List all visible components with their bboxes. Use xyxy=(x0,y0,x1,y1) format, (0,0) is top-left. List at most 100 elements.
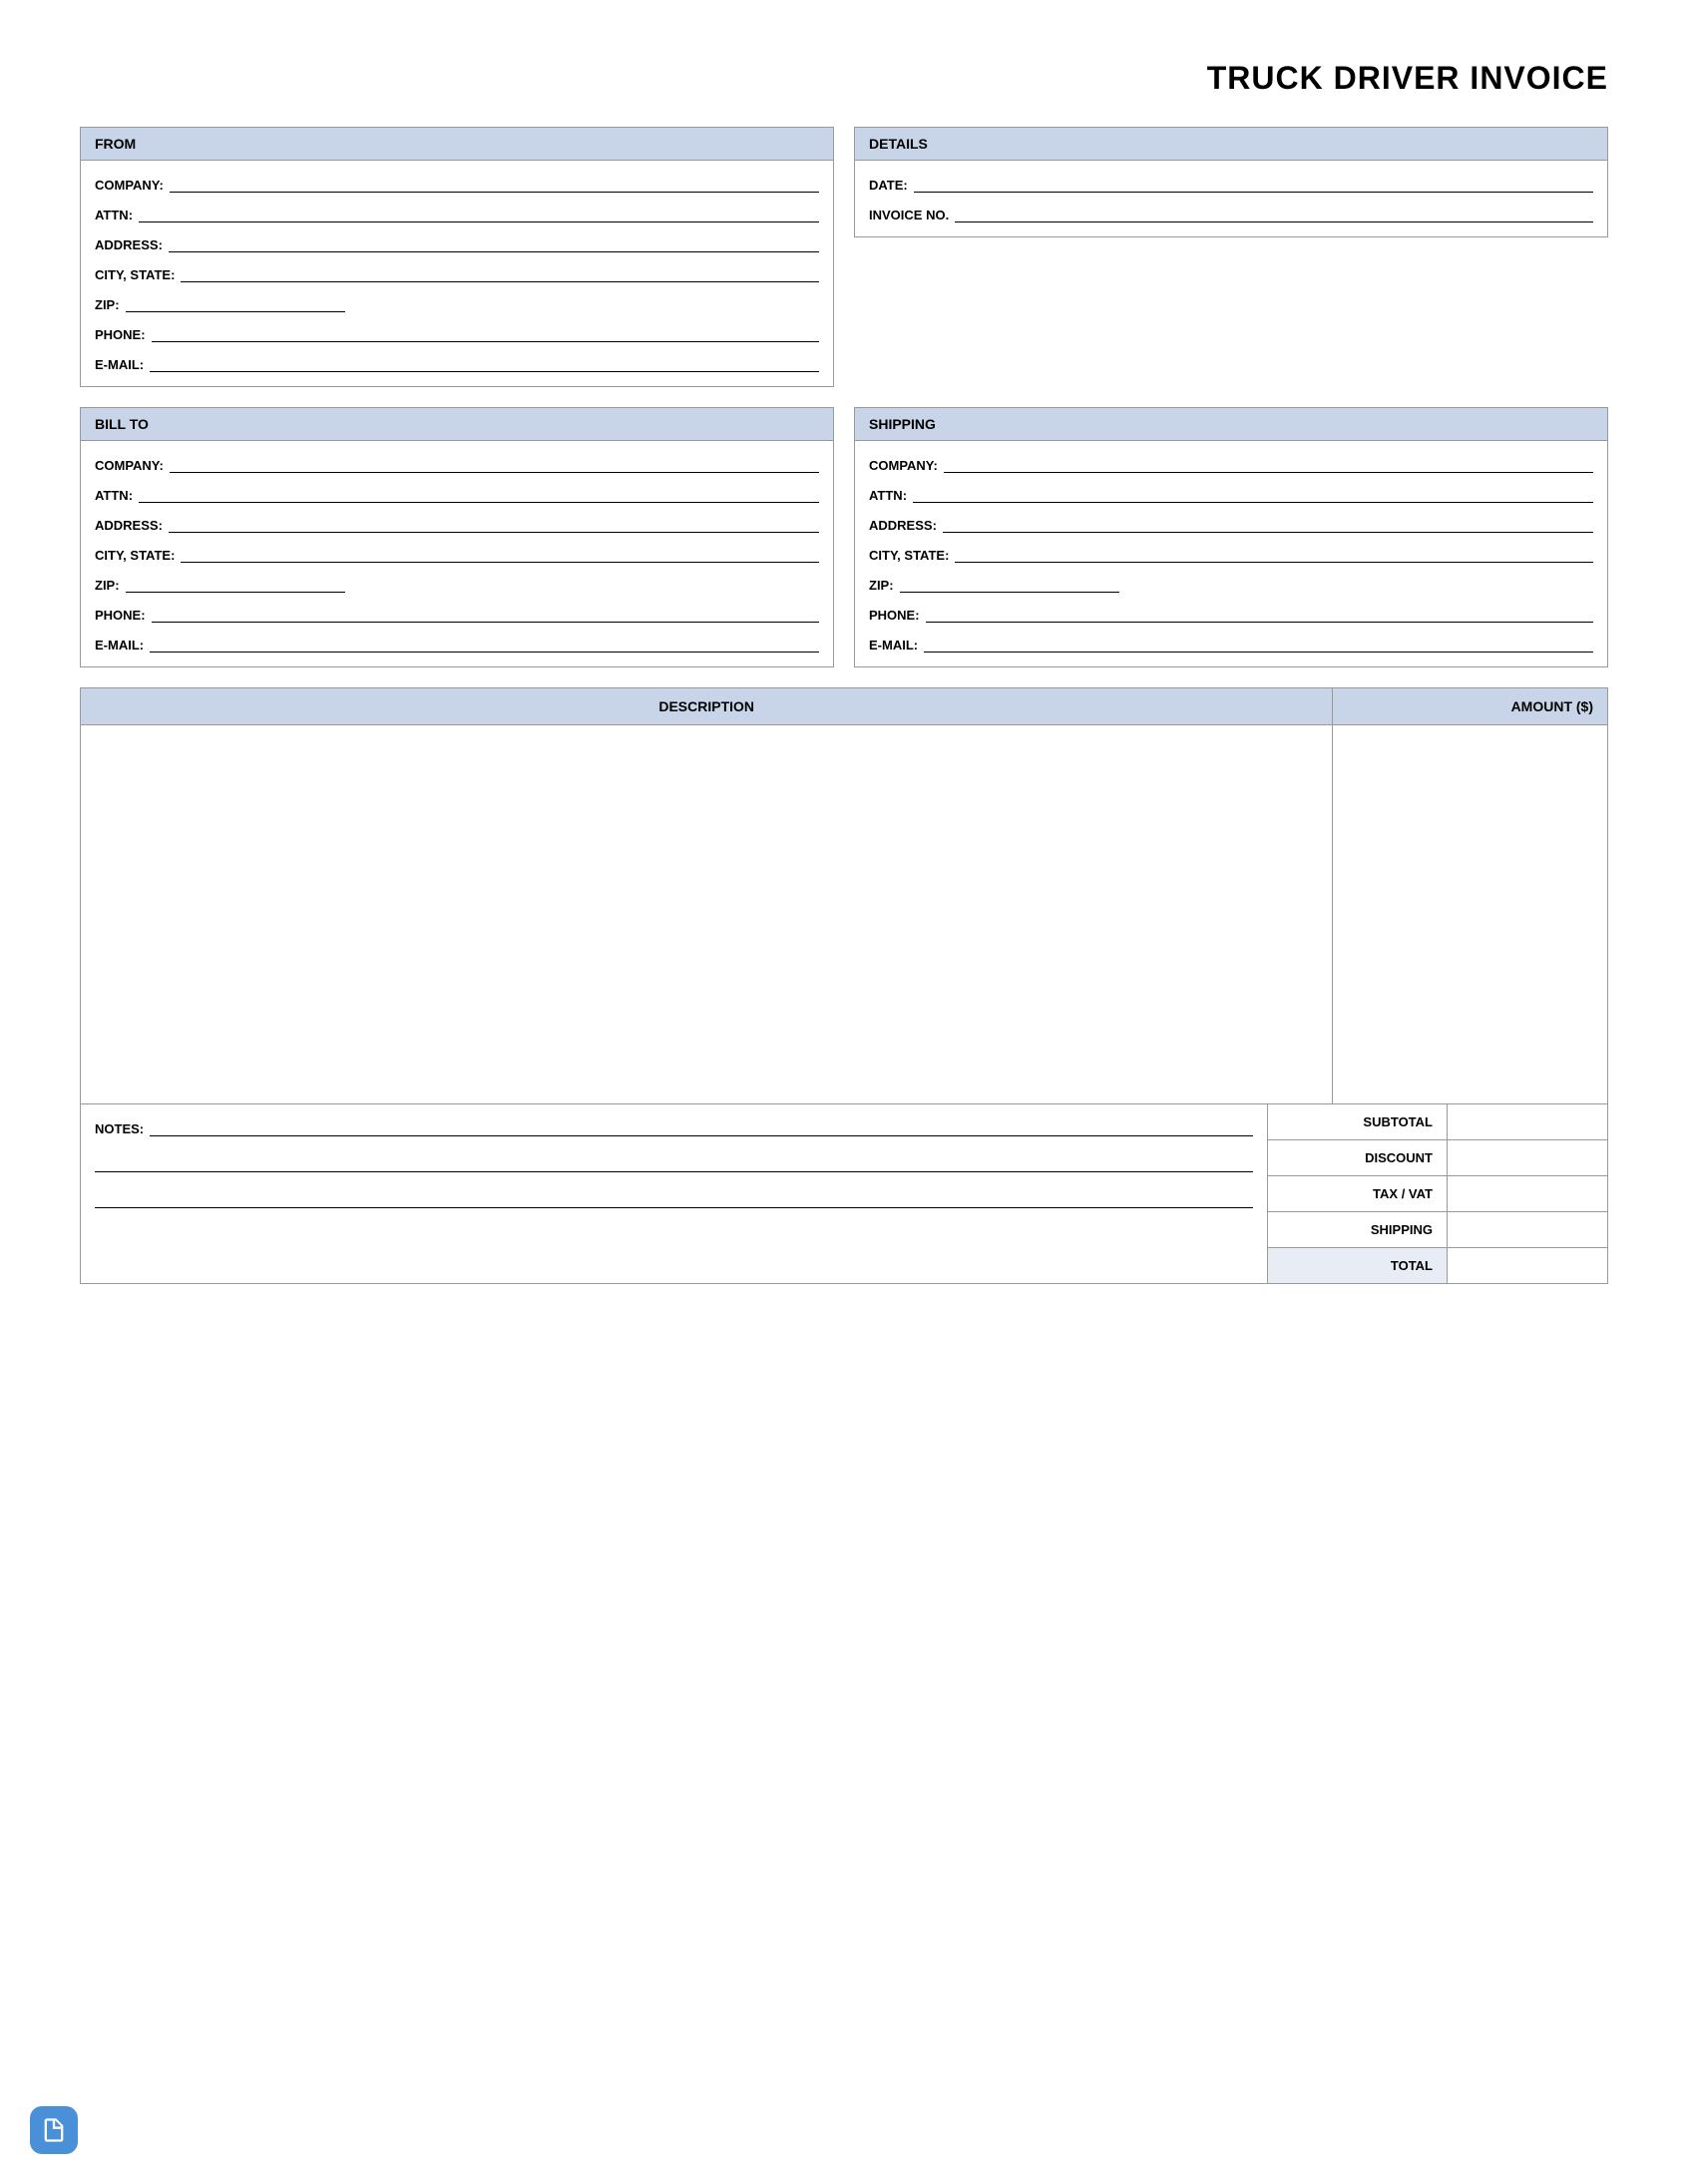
bill-zip-row: ZIP: xyxy=(95,575,819,593)
details-date-row: DATE: xyxy=(869,175,1593,193)
ship-attn-row: ATTN: xyxy=(869,485,1593,503)
bill-zip-input[interactable] xyxy=(126,575,345,593)
ship-company-input[interactable] xyxy=(944,455,1593,473)
subtotal-value[interactable] xyxy=(1448,1104,1607,1139)
from-header: FROM xyxy=(80,127,834,160)
total-value[interactable] xyxy=(1448,1248,1607,1283)
ship-attn-input[interactable] xyxy=(913,485,1593,503)
notes-input-2[interactable] xyxy=(95,1154,1253,1172)
bill-to-section: BILL TO COMPANY: ATTN: ADDRESS: CITY, ST… xyxy=(80,407,834,667)
bill-address-input[interactable] xyxy=(169,515,819,533)
details-section: DETAILS DATE: INVOICE NO. xyxy=(854,127,1608,387)
bill-email-input[interactable] xyxy=(150,635,819,653)
description-cell[interactable] xyxy=(81,725,1333,1104)
bill-to-body: COMPANY: ATTN: ADDRESS: CITY, STATE: ZIP… xyxy=(80,440,834,667)
shipping-total-value[interactable] xyxy=(1448,1212,1607,1247)
page-title: TRUCK DRIVER INVOICE xyxy=(80,60,1608,97)
ship-city-label: CITY, STATE: xyxy=(869,548,949,563)
ship-address-input[interactable] xyxy=(943,515,1593,533)
from-address-input[interactable] xyxy=(169,234,819,252)
ship-address-label: ADDRESS: xyxy=(869,518,937,533)
tax-row: TAX / VAT xyxy=(1268,1176,1607,1212)
details-body: DATE: INVOICE NO. xyxy=(854,160,1608,237)
ship-email-label: E-MAIL: xyxy=(869,638,918,653)
notes-row: NOTES: xyxy=(95,1118,1253,1136)
amount-column-header: AMOUNT ($) xyxy=(1333,688,1608,725)
shipping-section: SHIPPING COMPANY: ATTN: ADDRESS: CITY, S… xyxy=(854,407,1608,667)
ship-address-row: ADDRESS: xyxy=(869,515,1593,533)
bill-attn-input[interactable] xyxy=(139,485,819,503)
bill-address-row: ADDRESS: xyxy=(95,515,819,533)
from-company-input[interactable] xyxy=(170,175,819,193)
from-email-row: E-MAIL: xyxy=(95,354,819,372)
top-section: FROM COMPANY: ATTN: ADDRESS: CITY, STATE… xyxy=(80,127,1608,387)
ship-phone-row: PHONE: xyxy=(869,605,1593,623)
bill-to-header: BILL TO xyxy=(80,407,834,440)
from-attn-label: ATTN: xyxy=(95,208,133,222)
from-phone-input[interactable] xyxy=(152,324,819,342)
details-invoice-input[interactable] xyxy=(955,205,1593,222)
ship-city-input[interactable] xyxy=(955,545,1593,563)
from-city-label: CITY, STATE: xyxy=(95,267,175,282)
details-date-input[interactable] xyxy=(914,175,1593,193)
total-label: TOTAL xyxy=(1268,1248,1448,1283)
from-city-row: CITY, STATE: xyxy=(95,264,819,282)
ship-company-label: COMPANY: xyxy=(869,458,938,473)
discount-value[interactable] xyxy=(1448,1140,1607,1175)
from-section: FROM COMPANY: ATTN: ADDRESS: CITY, STATE… xyxy=(80,127,834,387)
bill-city-row: CITY, STATE: xyxy=(95,545,819,563)
from-company-row: COMPANY: xyxy=(95,175,819,193)
total-row: TOTAL xyxy=(1268,1248,1607,1283)
from-city-input[interactable] xyxy=(181,264,819,282)
ship-zip-label: ZIP: xyxy=(869,578,894,593)
bill-city-input[interactable] xyxy=(181,545,819,563)
from-attn-row: ATTN: xyxy=(95,205,819,222)
discount-label: DISCOUNT xyxy=(1268,1140,1448,1175)
table-row xyxy=(81,725,1608,1104)
bill-phone-row: PHONE: xyxy=(95,605,819,623)
shipping-header: SHIPPING xyxy=(854,407,1608,440)
ship-phone-input[interactable] xyxy=(926,605,1593,623)
notes-input-1[interactable] xyxy=(150,1118,1253,1136)
from-phone-row: PHONE: xyxy=(95,324,819,342)
bill-attn-label: ATTN: xyxy=(95,488,133,503)
from-zip-row: ZIP: xyxy=(95,294,819,312)
notes-label: NOTES: xyxy=(95,1121,144,1136)
discount-row: DISCOUNT xyxy=(1268,1140,1607,1176)
app-icon-svg xyxy=(40,2116,68,2144)
tax-value[interactable] xyxy=(1448,1176,1607,1211)
bill-attn-row: ATTN: xyxy=(95,485,819,503)
from-attn-input[interactable] xyxy=(139,205,819,222)
bottom-section: NOTES: SUBTOTAL DISCOUNT TAX / VAT SHIPP… xyxy=(80,1104,1608,1284)
ship-email-input[interactable] xyxy=(924,635,1593,653)
ship-company-row: COMPANY: xyxy=(869,455,1593,473)
bill-phone-input[interactable] xyxy=(152,605,819,623)
from-body: COMPANY: ATTN: ADDRESS: CITY, STATE: ZIP… xyxy=(80,160,834,387)
ship-attn-label: ATTN: xyxy=(869,488,907,503)
from-zip-input[interactable] xyxy=(126,294,345,312)
details-date-label: DATE: xyxy=(869,178,908,193)
description-table: DESCRIPTION AMOUNT ($) xyxy=(80,687,1608,1104)
ship-phone-label: PHONE: xyxy=(869,608,920,623)
ship-city-row: CITY, STATE: xyxy=(869,545,1593,563)
bill-phone-label: PHONE: xyxy=(95,608,146,623)
from-email-input[interactable] xyxy=(150,354,819,372)
bill-company-row: COMPANY: xyxy=(95,455,819,473)
ship-zip-input[interactable] xyxy=(900,575,1119,593)
bill-zip-label: ZIP: xyxy=(95,578,120,593)
ship-email-row: E-MAIL: xyxy=(869,635,1593,653)
bill-address-label: ADDRESS: xyxy=(95,518,163,533)
notes-section: NOTES: xyxy=(81,1104,1268,1283)
from-phone-label: PHONE: xyxy=(95,327,146,342)
bill-company-input[interactable] xyxy=(170,455,819,473)
details-invoice-label: INVOICE NO. xyxy=(869,208,949,222)
bill-email-row: E-MAIL: xyxy=(95,635,819,653)
from-zip-label: ZIP: xyxy=(95,297,120,312)
shipping-total-row: SHIPPING xyxy=(1268,1212,1607,1248)
amount-cell[interactable] xyxy=(1333,725,1608,1104)
from-email-label: E-MAIL: xyxy=(95,357,144,372)
app-icon xyxy=(30,2106,78,2154)
notes-input-3[interactable] xyxy=(95,1190,1253,1208)
shipping-total-label: SHIPPING xyxy=(1268,1212,1448,1247)
subtotal-label: SUBTOTAL xyxy=(1268,1104,1448,1139)
